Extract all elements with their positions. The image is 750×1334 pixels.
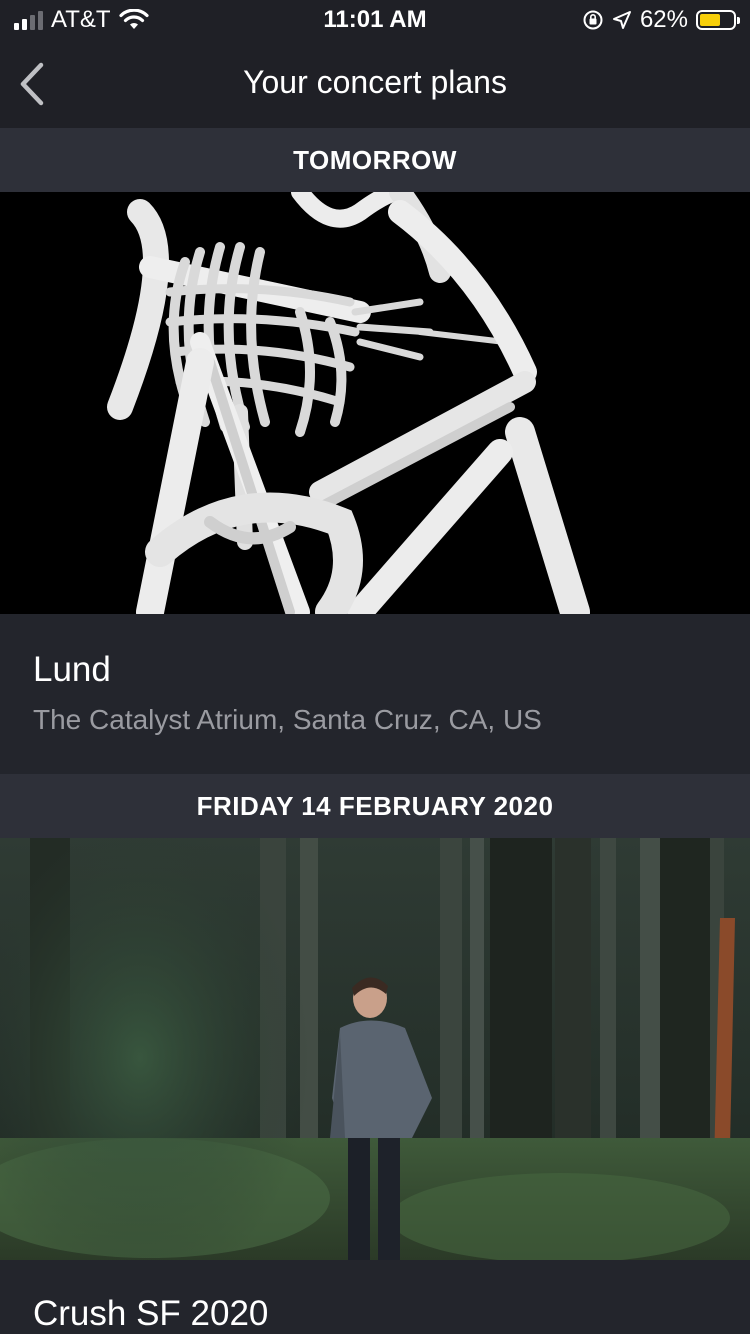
event-image-lund[interactable] [0, 192, 750, 614]
location-arrow-icon [612, 11, 631, 29]
concert-plans-screen: AT&T 11:01 AM 62% Your concert plans TOM… [0, 0, 750, 1334]
battery-icon [696, 10, 740, 30]
page-title: Your concert plans [243, 64, 507, 100]
event-card-lund[interactable]: Lund The Catalyst Atrium, Santa Cruz, CA… [0, 614, 750, 774]
event-card-crush-sf[interactable]: Crush SF 2020 [0, 1260, 750, 1334]
event-title: Lund [33, 650, 111, 689]
section-header-tomorrow: TOMORROW [0, 128, 750, 192]
navigation-bar: Your concert plans [0, 40, 750, 128]
forest-photo-image [0, 838, 750, 1260]
section-header-friday: FRIDAY 14 FEBRUARY 2020 [0, 774, 750, 838]
event-image-crush-sf[interactable] [0, 838, 750, 1260]
battery-level-fill [700, 14, 720, 26]
orientation-lock-icon [583, 10, 603, 30]
status-bar: AT&T 11:01 AM 62% [0, 0, 750, 40]
battery-percent: 62% [639, 6, 688, 33]
event-title: Crush SF 2020 [33, 1294, 269, 1333]
event-venue: The Catalyst Atrium, Santa Cruz, CA, US [33, 704, 542, 735]
status-right: 62% [582, 6, 740, 34]
skeleton-artwork-image [107, 192, 590, 614]
